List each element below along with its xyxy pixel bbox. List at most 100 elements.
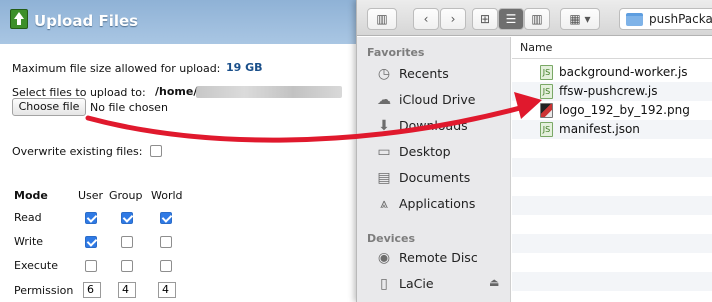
perm-read-group-checkbox[interactable] (121, 212, 133, 224)
empty-row (512, 139, 712, 158)
perm-write-world-checkbox[interactable] (160, 236, 172, 248)
redacted-path (196, 86, 342, 98)
upload-path: /home/ (155, 85, 198, 98)
icon-view-button[interactable]: ⊞ (472, 8, 498, 30)
upload-arrow-icon (10, 9, 28, 29)
upload-panel: Upload Files Maximum file size allowed f… (0, 0, 358, 302)
chevron-left-icon: ‹ (423, 12, 429, 26)
empty-row (512, 253, 712, 272)
png-file-icon (540, 103, 553, 118)
column-view-button[interactable]: ▥ (524, 8, 550, 30)
group-icon: ▦ ▾ (569, 12, 591, 26)
perm-row-label: Write (14, 235, 44, 248)
permission-group-input[interactable]: 4 (118, 282, 136, 298)
world-header: World (151, 189, 183, 202)
sidebar-item-label: Documents (399, 170, 471, 185)
current-folder-name: pushPackag (649, 12, 712, 26)
name-column-label: Name (520, 41, 553, 54)
overwrite-label: Overwrite existing files: (12, 145, 143, 158)
overwrite-checkbox[interactable] (150, 145, 162, 157)
file-row[interactable]: JS manifest.json (512, 120, 712, 139)
permission-world-input[interactable]: 4 (158, 282, 176, 298)
clock-icon: ◷ (377, 66, 391, 82)
list-view-button[interactable]: ☰ (498, 8, 524, 30)
choose-file-button[interactable]: Choose file (12, 98, 86, 116)
perm-row-label: Execute (14, 259, 58, 272)
drive-icon: ▯ (380, 276, 388, 292)
finder-sidebar: Favorites Devices ◷ Recents ☁ iCloud Drive ⬇… (357, 37, 511, 302)
empty-row (512, 291, 712, 302)
page-title: Upload Files (34, 12, 139, 30)
favorites-header: Favorites (367, 46, 425, 59)
group-header: Group (109, 189, 143, 202)
sidebar-item-label: LaCie (399, 276, 434, 291)
empty-row (512, 158, 712, 177)
js-file-icon: JS (540, 84, 553, 99)
sidebar-item-remote-disc[interactable]: ◉ Remote Disc (375, 248, 505, 268)
file-name: logo_192_by_192.png (559, 103, 690, 117)
sidebar-item-documents[interactable]: ▤ Documents (375, 168, 505, 188)
sidebar-item-desktop[interactable]: ▭ Desktop (375, 142, 505, 162)
perm-read-world-checkbox[interactable] (160, 212, 172, 224)
file-name: ffsw-pushcrew.js (559, 84, 658, 98)
devices-header: Devices (367, 232, 416, 245)
sidebar-item-recents[interactable]: ◷ Recents (375, 64, 505, 84)
list-icon: ☰ (505, 12, 517, 26)
no-file-label: No file chosen (90, 101, 168, 114)
json-file-icon: JS (540, 122, 553, 137)
back-button[interactable]: ‹ (413, 8, 439, 30)
finder-toolbar: ▥ ‹ › ⊞ ☰ ▥ ▦ ▾ pushPackag (357, 0, 712, 36)
permission-user-input[interactable]: 6 (83, 282, 101, 298)
perm-execute-user-checkbox[interactable] (85, 260, 97, 272)
finder-window: ▥ ‹ › ⊞ ☰ ▥ ▦ ▾ pushPackag Favorites Dev… (356, 0, 712, 302)
js-file-icon: JS (540, 65, 553, 80)
perm-row-label: Read (14, 211, 42, 224)
sidebar-item-downloads[interactable]: ⬇ Downloads (375, 116, 505, 136)
folder-icon (626, 13, 643, 26)
perm-write-user-checkbox[interactable] (85, 236, 97, 248)
desktop-icon: ▭ (377, 144, 391, 160)
cloud-icon: ☁ (377, 92, 391, 108)
file-row[interactable]: JS background-worker.js (512, 63, 712, 82)
max-size-value: 19 GB (226, 61, 263, 74)
file-name: background-worker.js (559, 65, 688, 79)
disc-icon: ◉ (377, 250, 391, 266)
sidebar-item-label: iCloud Drive (399, 92, 476, 107)
empty-row (512, 177, 712, 196)
file-row[interactable]: JS ffsw-pushcrew.js (512, 82, 712, 101)
chevron-right-icon: › (450, 12, 456, 26)
file-list: Name JS background-worker.js JS ffsw-pushcr… (512, 37, 712, 302)
max-size-label: Maximum file size allowed for upload: (12, 62, 221, 75)
sidebar-item-label: Recents (399, 66, 449, 81)
perm-write-group-checkbox[interactable] (121, 236, 133, 248)
permission-label: Permission (14, 284, 74, 297)
user-header: User (78, 189, 104, 202)
eject-icon[interactable]: ⏏ (489, 276, 499, 289)
columns-icon: ▥ (531, 12, 543, 26)
grid-icon: ⊞ (479, 12, 491, 26)
name-column-header[interactable]: Name (512, 37, 712, 59)
empty-row (512, 234, 712, 253)
perm-read-user-checkbox[interactable] (85, 212, 97, 224)
forward-button[interactable]: › (440, 8, 466, 30)
empty-row (512, 196, 712, 215)
group-by-button[interactable]: ▦ ▾ (560, 8, 600, 30)
sidebar-item-lacie[interactable]: ▯ LaCie ⏏ (375, 274, 505, 294)
file-row[interactable]: logo_192_by_192.png (512, 101, 712, 120)
sidebar-item-label: Remote Disc (399, 250, 478, 265)
perm-execute-group-checkbox[interactable] (121, 260, 133, 272)
sidebar-item-label: Applications (399, 196, 476, 211)
sidebar-item-icloud-drive[interactable]: ☁ iCloud Drive (375, 90, 505, 110)
sidebar-icon: ▥ (376, 12, 388, 26)
sidebar-item-label: Downloads (399, 118, 468, 133)
applications-icon: ⩓ (380, 196, 388, 212)
file-name: manifest.json (559, 122, 640, 136)
empty-row (512, 272, 712, 291)
path-dropdown[interactable]: pushPackag (619, 8, 712, 30)
perm-execute-world-checkbox[interactable] (160, 260, 172, 272)
download-icon: ⬇ (378, 118, 390, 134)
empty-row (512, 215, 712, 234)
sidebar-toggle-button[interactable]: ▥ (367, 8, 397, 30)
sidebar-item-applications[interactable]: ⩓ Applications (375, 194, 505, 214)
sidebar-item-label: Desktop (399, 144, 451, 159)
